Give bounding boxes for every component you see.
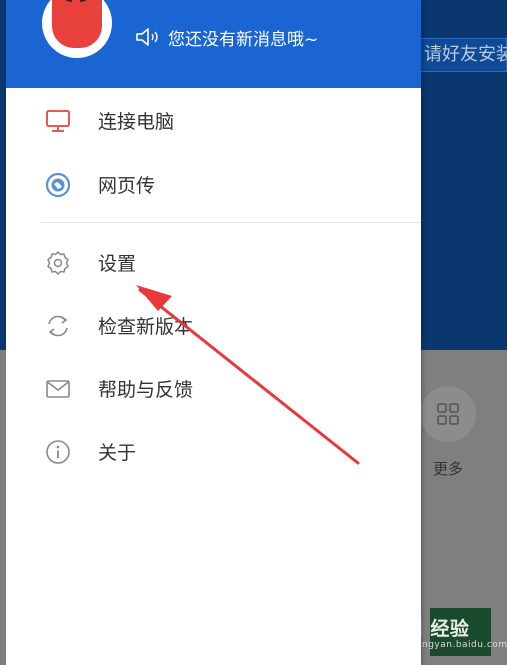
screen: 请好友安装 更多 Bai 经验 jingyan.baidu.com 您还没有新消…	[0, 0, 507, 665]
annotation-arrow	[136, 285, 360, 465]
